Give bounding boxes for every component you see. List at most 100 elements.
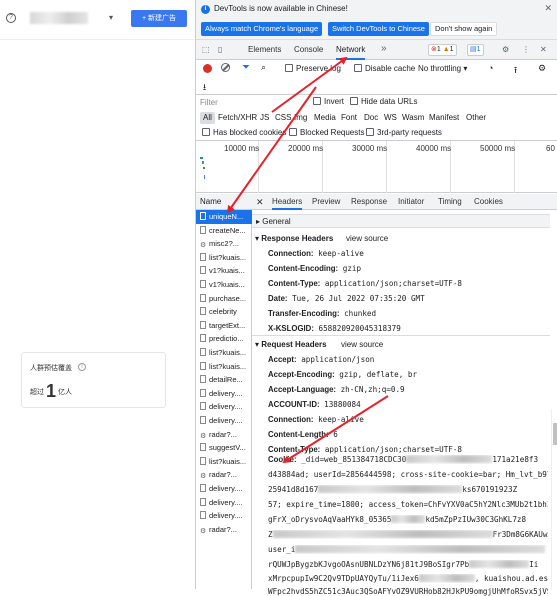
request-row[interactable]: delivery.... [196, 509, 252, 523]
blocked-requests-checkbox[interactable]: Blocked Requests [289, 128, 364, 137]
request-view-source[interactable]: view source [341, 340, 383, 349]
header-row: ACCOUNT-ID: 13880084 [268, 400, 548, 409]
request-row[interactable]: list?kuais... [196, 251, 252, 265]
devtools-tabbar: ⬚ ▯ Elements Console Network » ⊗1 ▲1 ▤1 … [196, 40, 557, 60]
dont-show-again-button[interactable]: Don't show again [430, 22, 498, 36]
request-row[interactable]: list?kuais... [196, 455, 252, 469]
network-overview-timeline[interactable]: 10000 ms 20000 ms 30000 ms 40000 ms 5000… [196, 141, 557, 193]
network-conditions-icon[interactable]: ◔ [488, 63, 493, 73]
name-column-header[interactable]: Name [196, 194, 252, 210]
export-har-icon[interactable]: ⭳ [203, 80, 206, 96]
tab-cookies[interactable]: Cookies [474, 194, 503, 210]
request-row[interactable]: delivery.... [196, 400, 252, 414]
gear-icon[interactable]: ⚙ [502, 45, 509, 54]
disable-cache-checkbox[interactable]: Disable cache [354, 64, 415, 73]
request-row[interactable]: delivery.... [196, 387, 252, 401]
request-row[interactable]: ⚙ misc2?... [196, 237, 252, 251]
header-row: Accept: application/json [268, 355, 548, 364]
type-fetch-xhr[interactable]: Fetch/XHR [218, 112, 257, 124]
request-name: uniqueN... [209, 212, 244, 221]
device-toolbar-icon[interactable]: ▯ [218, 45, 222, 54]
help-icon[interactable]: ? [6, 13, 16, 23]
request-name: targetExt... [209, 320, 246, 330]
type-js[interactable]: JS [260, 112, 269, 124]
type-img[interactable]: Img [294, 112, 307, 124]
chevron-down-icon[interactable]: ▾ [109, 13, 113, 22]
scrollbar-thumb[interactable] [553, 423, 557, 445]
account-name-blurred[interactable] [30, 12, 88, 24]
type-all[interactable]: All [200, 112, 215, 124]
type-other[interactable]: Other [466, 112, 486, 124]
details-scrollbar[interactable] [551, 409, 557, 589]
request-row[interactable]: targetExt... [196, 319, 252, 333]
inspect-icon[interactable]: ⬚ [202, 45, 210, 54]
messages-badge[interactable]: ▤1 [467, 44, 484, 56]
search-icon[interactable]: ⌕ [261, 62, 266, 73]
filter-input[interactable]: Filter [200, 98, 305, 110]
hide-data-urls-checkbox[interactable]: Hide data URLs [350, 97, 417, 106]
throttling-select[interactable]: No throttling ▾ [418, 64, 467, 73]
request-row[interactable]: celebrity [196, 305, 252, 319]
type-doc[interactable]: Doc [364, 112, 378, 124]
type-css[interactable]: CSS [275, 112, 291, 124]
always-match-language-button[interactable]: Always match Chrome's language [201, 22, 323, 36]
request-row[interactable]: purchase... [196, 292, 252, 306]
invert-checkbox[interactable]: Invert [313, 97, 344, 106]
request-row[interactable]: ⚙ radar?... [196, 468, 252, 482]
tab-initiator[interactable]: Initiator [398, 194, 424, 210]
response-view-source[interactable]: view source [346, 234, 388, 243]
error-count: 1 [436, 46, 441, 53]
request-row[interactable]: v1?kuais... [196, 264, 252, 278]
request-row[interactable]: ⚙ radar?... [196, 428, 252, 442]
request-row[interactable]: delivery.... [196, 482, 252, 496]
record-icon[interactable] [203, 64, 212, 73]
request-row[interactable]: suggestV... [196, 441, 252, 455]
request-headers-title[interactable]: ▾ Request Headers [255, 340, 327, 349]
kebab-menu-icon[interactable]: ⋮ [522, 45, 530, 54]
has-blocked-cookies-checkbox[interactable]: Has blocked cookies [202, 128, 286, 137]
network-settings-icon[interactable]: ⚙ [538, 63, 546, 74]
request-row[interactable]: list?kuais... [196, 360, 252, 374]
tab-response[interactable]: Response [351, 194, 387, 210]
close-icon[interactable]: ✕ [544, 3, 552, 14]
tab-elements[interactable]: Elements [248, 40, 281, 60]
third-party-requests-checkbox[interactable]: 3rd-party requests [366, 128, 442, 137]
switch-to-chinese-button[interactable]: Switch DevTools to Chinese [328, 22, 429, 36]
request-row[interactable]: createNe... [196, 224, 252, 238]
type-media[interactable]: Media [314, 112, 336, 124]
request-row[interactable]: uniqueN... [196, 210, 252, 224]
tab-preview[interactable]: Preview [312, 194, 340, 210]
filter-icon[interactable]: ⏷ [242, 62, 250, 73]
response-headers-title[interactable]: ▾ Response Headers [255, 234, 333, 243]
general-section[interactable]: ▸ General [252, 214, 550, 228]
close-icon[interactable]: ✕ [540, 45, 547, 54]
header-key: Content-Length: [268, 430, 329, 439]
more-tabs-icon[interactable]: » [381, 43, 387, 54]
script-icon: ⚙ [200, 432, 207, 441]
header-key: Content-Encoding: [268, 264, 339, 273]
new-ad-button[interactable]: + 新建广告 [131, 10, 187, 27]
close-icon[interactable]: ✕ [256, 194, 264, 210]
request-row[interactable]: ⚙ radar?... [196, 523, 252, 537]
tab-console[interactable]: Console [294, 40, 323, 60]
document-icon [200, 348, 206, 356]
type-wasm[interactable]: Wasm [402, 112, 424, 124]
type-ws[interactable]: WS [384, 112, 397, 124]
tab-headers[interactable]: Headers [272, 194, 303, 210]
request-row[interactable]: detailRe... [196, 373, 252, 387]
preserve-log-checkbox[interactable]: Preserve log [285, 64, 341, 73]
request-row[interactable]: delivery.... [196, 496, 252, 510]
info-icon[interactable]: i [78, 363, 86, 371]
tab-network[interactable]: Network [336, 40, 366, 60]
request-row[interactable]: list?kuais... [196, 346, 252, 360]
request-row[interactable]: predictio... [196, 332, 252, 346]
request-row[interactable]: delivery.... [196, 414, 252, 428]
clear-icon[interactable] [221, 63, 230, 72]
type-font[interactable]: Font [341, 112, 357, 124]
import-har-icon[interactable]: ⭱ [514, 63, 517, 79]
request-row[interactable]: v1?kuais... [196, 278, 252, 292]
type-manifest[interactable]: Manifest [429, 112, 459, 124]
tab-timing[interactable]: Timing [438, 194, 462, 210]
document-icon [200, 320, 206, 329]
issues-badge[interactable]: ⊗1 ▲1 [428, 44, 457, 56]
